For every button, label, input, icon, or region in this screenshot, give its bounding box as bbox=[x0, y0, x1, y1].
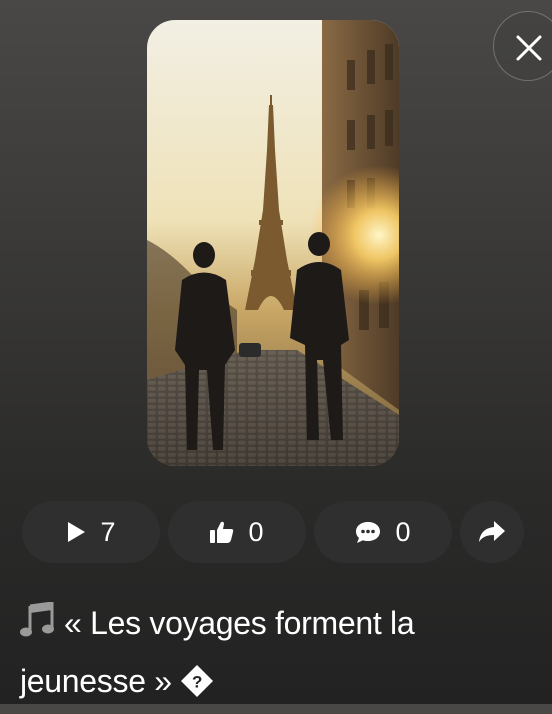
comment-button[interactable]: 0 bbox=[314, 501, 452, 563]
like-button[interactable]: 0 bbox=[168, 501, 306, 563]
comment-icon bbox=[356, 522, 381, 543]
share-icon bbox=[479, 521, 505, 542]
close-button[interactable] bbox=[493, 11, 552, 81]
music-notes-icon bbox=[20, 600, 54, 654]
question-diamond-icon: ? bbox=[180, 660, 214, 714]
share-button[interactable] bbox=[460, 501, 524, 563]
thumbs-up-icon bbox=[210, 521, 234, 543]
caption-line-1: « Les voyages forment la bbox=[64, 605, 415, 641]
comments-count: 0 bbox=[395, 516, 411, 547]
close-icon bbox=[516, 35, 542, 61]
video-thumbnail[interactable] bbox=[147, 20, 399, 466]
caption-line-2: jeunesse » bbox=[20, 663, 172, 699]
caption: « Les voyages forment la jeunesse » ? bbox=[20, 596, 540, 714]
plays-count: 7 bbox=[100, 516, 116, 547]
likes-count: 0 bbox=[248, 516, 264, 547]
svg-text:?: ? bbox=[192, 673, 202, 692]
play-icon bbox=[68, 522, 86, 542]
thumbnail-image bbox=[147, 20, 399, 466]
plays-button[interactable]: 7 bbox=[22, 501, 160, 563]
